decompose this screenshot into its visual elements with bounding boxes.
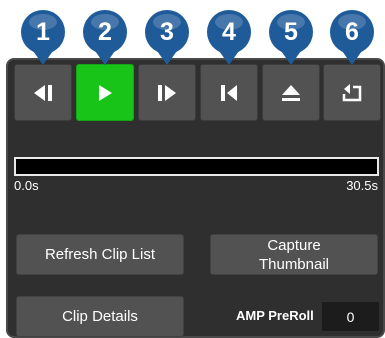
callout-number: 5: [284, 18, 298, 46]
callout-pin-3: 3: [142, 8, 192, 66]
callout-pin-5: 5: [266, 8, 316, 66]
callout-number: 2: [98, 18, 112, 46]
callout-number: 3: [160, 18, 174, 46]
callout-number: 4: [222, 18, 236, 46]
go-to-start-button[interactable]: [200, 64, 258, 121]
callout-pin-6: 6: [327, 8, 377, 66]
eject-button[interactable]: [262, 64, 320, 121]
callout-pin-4: 4: [204, 8, 254, 66]
callout-pin-1: 1: [18, 8, 68, 66]
go-to-start-icon: [221, 84, 237, 101]
timeline-start-label: 0.0s: [14, 178, 39, 193]
refresh-clip-list-button[interactable]: Refresh Clip List: [16, 234, 184, 275]
play-button[interactable]: [76, 64, 134, 121]
timeline-scrubber[interactable]: [14, 157, 379, 176]
capture-thumbnail-button[interactable]: Capture Thumbnail: [210, 234, 378, 275]
step-back-icon: [34, 84, 52, 101]
callout-number: 1: [36, 18, 50, 46]
clip-details-button[interactable]: Clip Details: [16, 296, 184, 337]
amp-preroll-input[interactable]: 0: [322, 302, 379, 331]
play-icon: [99, 84, 112, 101]
timeline-end-label: 30.5s: [346, 178, 378, 193]
eject-icon: [282, 84, 300, 101]
step-forward-button[interactable]: [138, 64, 196, 121]
step-forward-icon: [158, 84, 176, 101]
callout-number: 6: [345, 18, 359, 46]
amp-preroll-label: AMP PreRoll: [236, 308, 314, 323]
return-icon: [342, 83, 362, 101]
step-back-button[interactable]: [14, 64, 72, 121]
callout-pin-2: 2: [80, 8, 130, 66]
return-button[interactable]: [323, 64, 381, 121]
